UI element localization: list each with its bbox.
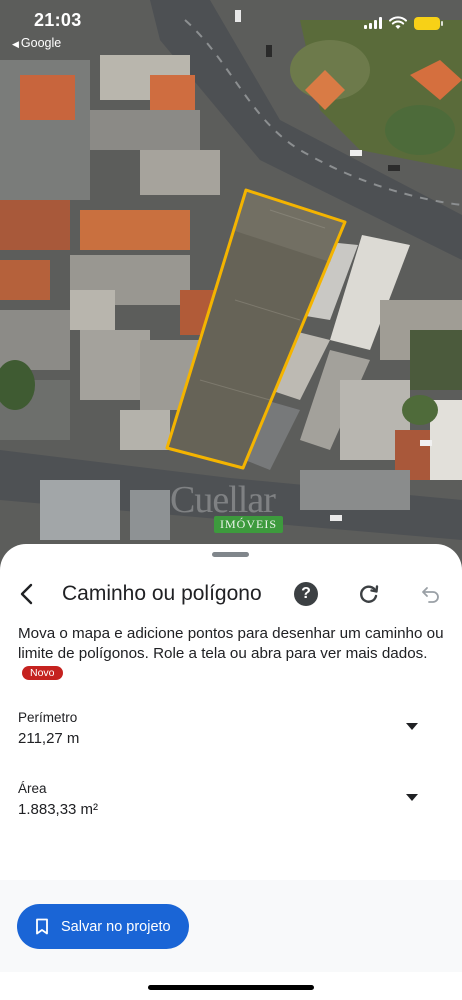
drag-handle[interactable] [212,552,249,557]
help-icon: ? [301,585,311,602]
area-value: 1.883,33 m² [18,801,99,818]
save-to-project-button[interactable]: Salvar no projeto [17,904,189,949]
sheet-footer: Salvar no projeto [0,880,462,972]
chevron-left-icon [20,583,33,605]
instructions-body: Mova o mapa e adicione pontos para desen… [18,625,444,662]
undo-button[interactable] [418,580,444,608]
caret-down-icon [406,722,418,730]
undo-icon [422,587,439,603]
watermark: Cuellar IMÓVEIS [170,478,300,538]
status-bar: 21:03 ◀ Google [0,0,462,56]
save-to-project-label: Salvar no projeto [61,918,171,935]
bookmark-icon [36,918,48,935]
measure-bottom-sheet: Caminho ou polígono ? Mova o mapa e adic… [0,544,462,1000]
area-label: Área [18,781,47,796]
new-badge: Novo [22,666,63,680]
status-icons [364,15,443,31]
instructions-text: Mova o mapa e adicione pontos para desen… [18,624,444,683]
wifi-icon [389,16,407,29]
area-unit-dropdown[interactable] [402,789,422,805]
back-triangle-icon: ◀ [12,39,19,49]
caret-down-icon [406,793,418,801]
sheet-title: Caminho ou polígono [62,582,262,605]
refresh-icon [360,585,379,603]
battery-icon [414,16,443,30]
watermark-sub: IMÓVEIS [214,516,283,533]
reset-button[interactable] [356,580,382,608]
back-button[interactable] [12,578,40,610]
cellular-signal-icon [364,17,382,29]
area-row[interactable]: Área 1.883,33 m² [18,781,444,823]
help-button[interactable]: ? [294,582,318,606]
perimeter-value: 211,27 m [18,730,80,747]
satellite-map[interactable]: Cuellar IMÓVEIS [0,0,462,570]
status-time: 21:03 [34,10,82,30]
perimeter-label: Perímetro [18,710,78,725]
perimeter-row[interactable]: Perímetro 211,27 m [18,710,444,752]
sheet-header: Caminho ou polígono ? [0,574,462,614]
perimeter-unit-dropdown[interactable] [402,718,422,734]
back-to-app-link[interactable]: ◀ Google [12,36,61,50]
back-app-label: Google [20,36,62,50]
home-indicator[interactable] [148,985,314,990]
